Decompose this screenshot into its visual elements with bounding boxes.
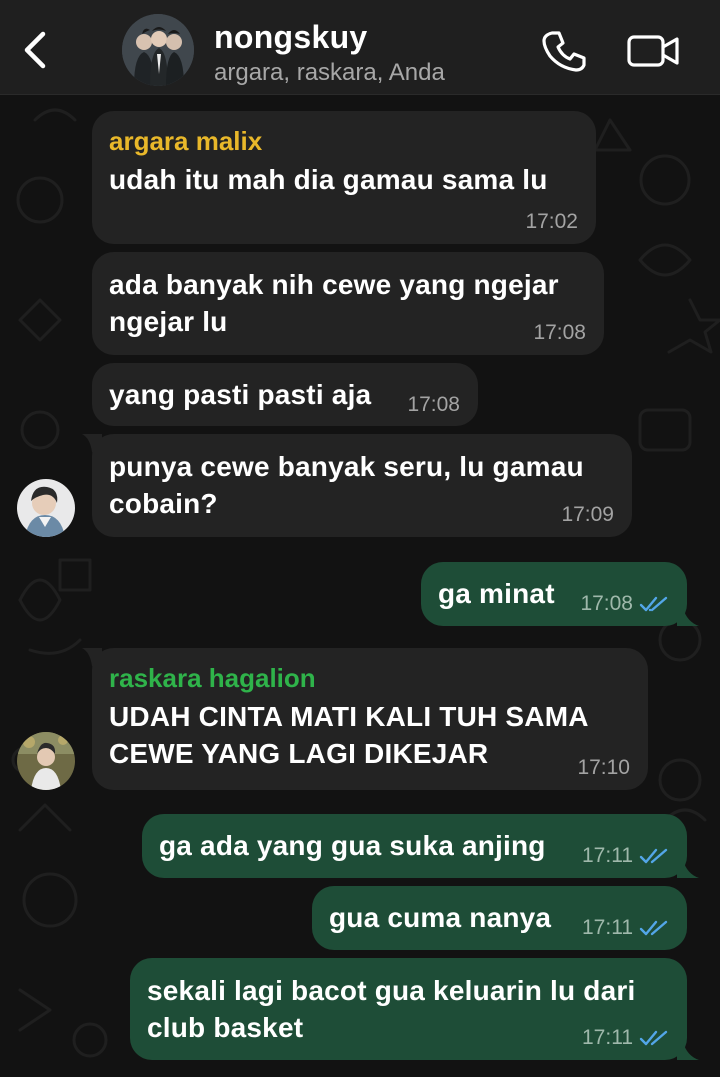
message-time: 17:10 bbox=[577, 756, 630, 779]
group-avatar-image bbox=[122, 14, 194, 86]
chat-screen: nongskuy argara, raskara, Anda argara ma… bbox=[0, 0, 720, 1077]
message-meta: 17:02 bbox=[525, 210, 578, 234]
message-bubble-incoming[interactable]: punya cewe banyak seru, lu gamau cobain?… bbox=[82, 434, 632, 537]
message-bubble-incoming[interactable]: yang pasti pasti aja 17:08 bbox=[92, 363, 478, 426]
message-text-line: ngejar lu bbox=[109, 306, 228, 337]
chat-title-block[interactable]: nongskuy argara, raskara, Anda bbox=[214, 18, 514, 88]
message-meta: 17:08 bbox=[580, 592, 669, 616]
message-meta: 17:08 bbox=[407, 393, 460, 417]
bubble-tail bbox=[677, 608, 699, 626]
back-arrow-icon bbox=[24, 31, 46, 69]
read-receipt-icon bbox=[639, 596, 668, 612]
message-text-line: CEWE YANG LAGI DIKEJAR bbox=[109, 738, 489, 769]
message-meta: 17:08 bbox=[533, 321, 586, 345]
message-time: 17:08 bbox=[407, 393, 460, 416]
back-button[interactable] bbox=[14, 26, 54, 74]
message-bubble-outgoing[interactable]: sekali lagi bacot gua keluarin lu dari c… bbox=[130, 958, 699, 1060]
message-bubble-incoming[interactable]: ada banyak nih cewe yang ngejar ngejar l… bbox=[92, 252, 604, 355]
read-receipt-icon bbox=[639, 848, 668, 864]
message-text-line: sekali lagi bacot gua keluarin lu dari bbox=[147, 975, 636, 1006]
message-time: 17:08 bbox=[580, 592, 633, 615]
message-time: 17:11 bbox=[582, 844, 633, 867]
message-text-line: ada banyak nih cewe yang ngejar bbox=[109, 269, 559, 300]
group-avatar[interactable] bbox=[122, 14, 194, 86]
message-bubble-outgoing[interactable]: ga minat 17:08 bbox=[421, 562, 699, 626]
group-members: argara, raskara, Anda bbox=[214, 59, 445, 86]
avatar-image bbox=[17, 479, 75, 537]
message-meta: 17:10 bbox=[577, 756, 630, 780]
read-receipt-icon bbox=[639, 1030, 668, 1046]
message-text: ada banyak nih cewe yang ngejar ngejar l… bbox=[109, 266, 586, 340]
sender-avatar[interactable] bbox=[17, 732, 75, 790]
message-text: udah itu mah dia gamau sama lu bbox=[109, 164, 548, 195]
video-camera-icon bbox=[627, 35, 679, 67]
bubble-tail bbox=[677, 860, 699, 878]
message-meta: 17:11 bbox=[582, 1026, 669, 1050]
bubble-tail bbox=[677, 1042, 699, 1060]
voice-call-button[interactable] bbox=[538, 26, 590, 76]
message-bubble-outgoing[interactable]: gua cuma nanya 17:11 bbox=[312, 886, 687, 950]
video-call-button[interactable] bbox=[624, 26, 684, 76]
message-sender: argara malix bbox=[109, 126, 263, 156]
message-time: 17:08 bbox=[533, 321, 586, 344]
bubble-tail bbox=[82, 648, 102, 666]
message-bubble-incoming[interactable]: argara malix udah itu mah dia gamau sama… bbox=[92, 111, 596, 244]
sender-avatar[interactable] bbox=[17, 479, 75, 537]
message-bubble-incoming[interactable]: raskara hagalion UDAH CINTA MATI KALI TU… bbox=[82, 648, 648, 790]
message-meta: 17:11 bbox=[582, 844, 669, 868]
avatar-image bbox=[17, 732, 75, 790]
message-text-line: cobain? bbox=[109, 488, 218, 519]
message-time: 17:11 bbox=[582, 916, 633, 939]
message-meta: 17:09 bbox=[561, 503, 614, 527]
message-meta: 17:11 bbox=[582, 916, 669, 940]
message-bubble-outgoing[interactable]: ga ada yang gua suka anjing 17:11 bbox=[142, 814, 699, 878]
message-text: UDAH CINTA MATI KALI TUH SAMA CEWE YANG … bbox=[109, 698, 630, 772]
chat-header: nongskuy argara, raskara, Anda bbox=[0, 0, 720, 95]
phone-icon bbox=[542, 31, 586, 72]
message-sender: raskara hagalion bbox=[109, 663, 316, 693]
message-text-line: UDAH CINTA MATI KALI TUH SAMA bbox=[109, 701, 589, 732]
message-text-line: punya cewe banyak seru, lu gamau bbox=[109, 451, 584, 482]
bubble-tail bbox=[82, 434, 102, 452]
message-time: 17:09 bbox=[561, 503, 614, 526]
message-text: punya cewe banyak seru, lu gamau cobain? bbox=[109, 448, 614, 522]
group-name: nongskuy bbox=[214, 19, 368, 55]
message-time: 17:02 bbox=[525, 210, 578, 233]
read-receipt-icon bbox=[639, 920, 668, 936]
message-time: 17:11 bbox=[582, 1026, 633, 1049]
